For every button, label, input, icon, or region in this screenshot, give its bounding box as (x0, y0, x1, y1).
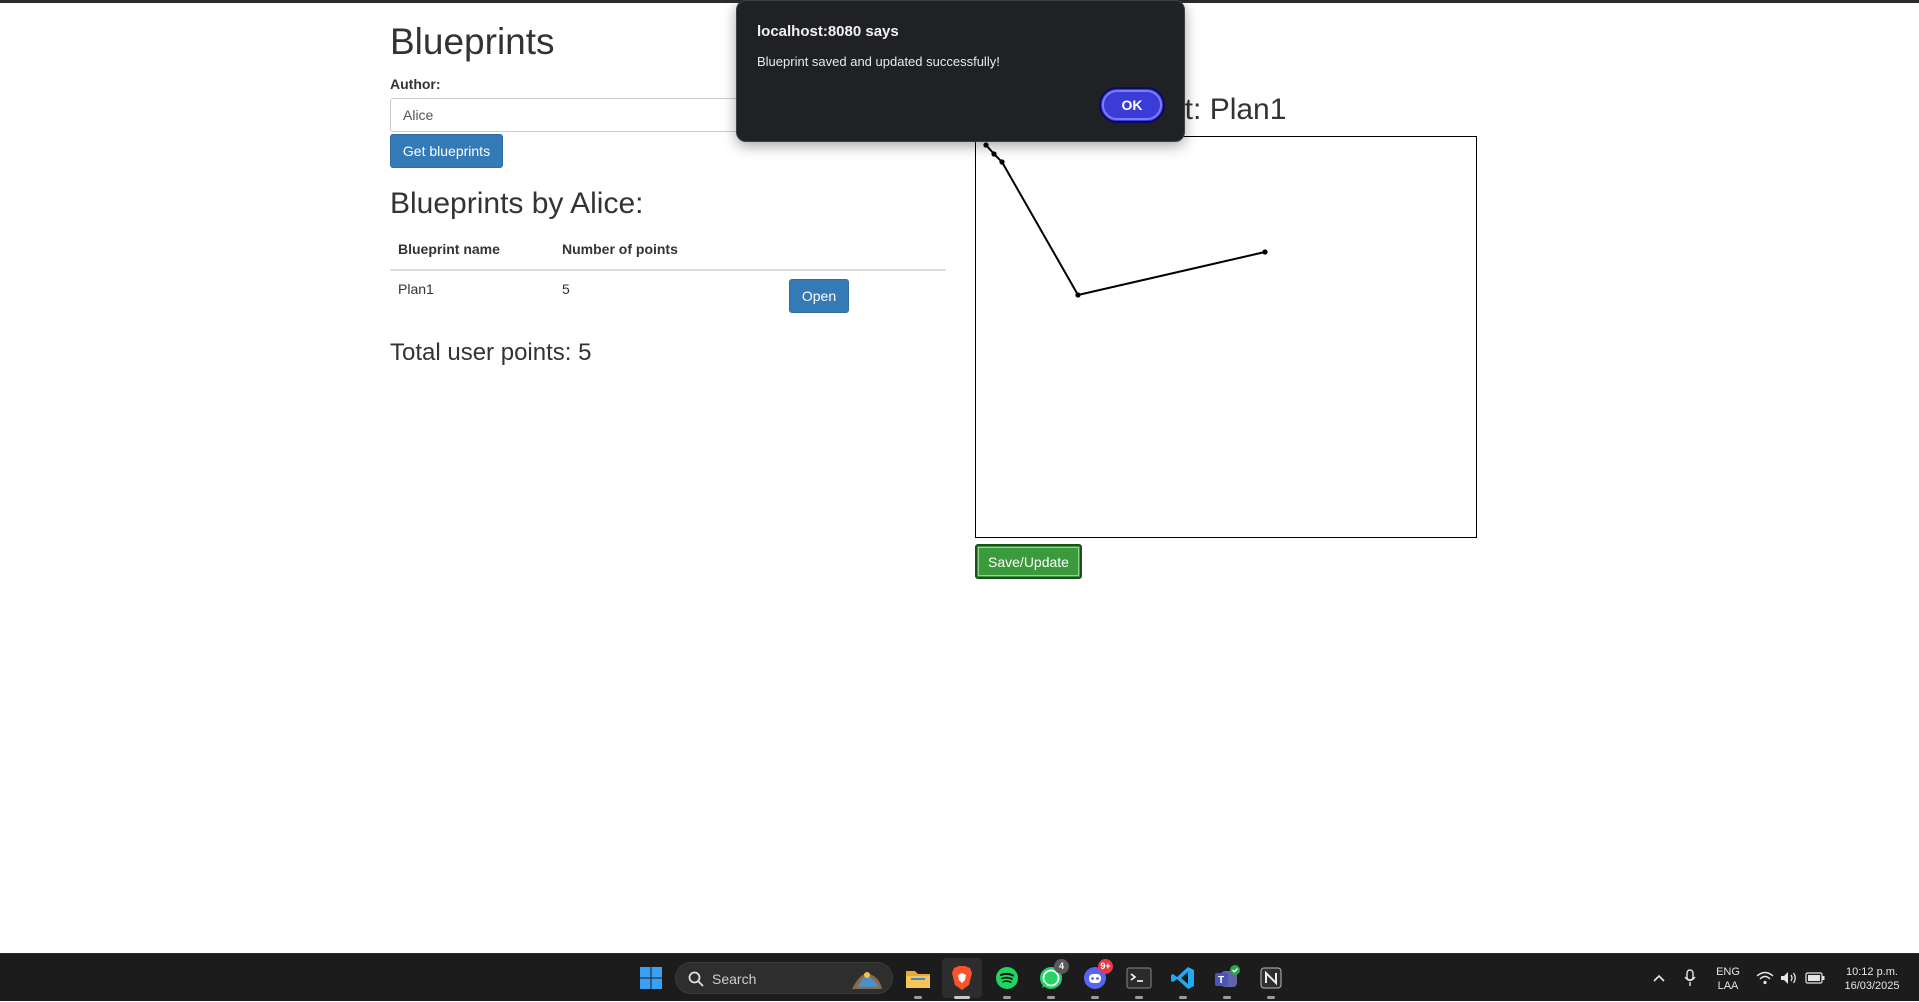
taskbar-app-spotify[interactable] (987, 954, 1027, 1002)
blueprint-action-cell: Open (781, 270, 946, 323)
taskbar-app-discord[interactable]: 9+ (1075, 954, 1115, 1002)
blueprint-canvas[interactable] (975, 136, 1477, 538)
column-header-points: Number of points (554, 231, 781, 271)
taskbar-app-file-explorer[interactable] (898, 954, 938, 1002)
teams-icon: T (1215, 965, 1240, 987)
start-button[interactable] (631, 954, 671, 1002)
save-update-button[interactable]: Save/Update (975, 544, 1082, 579)
open-blueprint-button[interactable]: Open (789, 279, 849, 313)
search-highlight-icon (852, 972, 882, 989)
spotify-icon (996, 967, 1018, 989)
table-row: Plan1 5 Open (390, 270, 946, 323)
notification-badge: 9+ (1098, 959, 1113, 974)
taskbar-app-vscode[interactable] (1163, 954, 1203, 1002)
blueprint-drawing (983, 142, 1268, 298)
running-indicator (1003, 996, 1011, 999)
blueprint-point (983, 142, 989, 148)
taskbar: Search 4 9+ T ENG LAA 10:12 p.m. 16/03/2… (0, 953, 1919, 1001)
battery-icon[interactable] (1805, 972, 1825, 984)
clock-date: 16/03/2025 (1844, 980, 1900, 992)
taskbar-search[interactable]: Search (675, 962, 893, 994)
search-placeholder: Search (712, 971, 757, 987)
blueprint-point (1262, 249, 1268, 255)
clock[interactable]: 10:12 p.m. 16/03/2025 (1832, 965, 1912, 993)
blueprint-points-cell: 5 (562, 281, 570, 297)
blueprints-table: Blueprint name Number of points Plan1 5 … (390, 231, 946, 323)
alert-title: localhost:8080 says (757, 23, 899, 40)
running-indicator (1047, 996, 1055, 999)
page-title: Blueprints (390, 21, 555, 62)
total-user-points: Total user points: 5 (390, 339, 592, 366)
running-indicator (914, 996, 922, 999)
alert-dialog: localhost:8080 says Blueprint saved and … (736, 0, 1185, 142)
keyboard-layout: LAA (1717, 980, 1739, 992)
taskbar-app-notion[interactable] (1251, 954, 1291, 1002)
taskbar-app-terminal[interactable] (1119, 954, 1159, 1002)
page-content: Blueprints Author: Get blueprints Bluepr… (0, 3, 1919, 953)
vscode-icon (1171, 967, 1194, 989)
svg-text:T: T (1218, 975, 1224, 986)
blueprint-point (999, 159, 1005, 165)
blueprint-point (991, 151, 997, 157)
wifi-icon[interactable] (1756, 971, 1774, 985)
microphone-icon[interactable] (1683, 969, 1697, 987)
author-label: Author: (390, 76, 441, 92)
clock-time: 10:12 p.m. (1846, 966, 1898, 978)
column-header-action (781, 231, 946, 271)
running-indicator (1091, 996, 1099, 999)
running-indicator (1179, 996, 1187, 999)
notion-icon (1260, 967, 1282, 989)
active-indicator (954, 996, 970, 999)
alert-message: Blueprint saved and updated successfully… (757, 54, 1000, 69)
notification-badge: 4 (1054, 959, 1069, 974)
language-indicator[interactable]: ENG LAA (1714, 965, 1742, 993)
volume-icon[interactable] (1780, 971, 1798, 985)
blueprint-point (1075, 292, 1081, 298)
table-header-row: Blueprint name Number of points (390, 231, 946, 271)
current-blueprint-title: nt: Plan1 (1168, 93, 1287, 126)
blueprint-name-cell: Plan1 (398, 281, 434, 297)
chevron-up-icon[interactable] (1652, 973, 1666, 983)
taskbar-app-whatsapp[interactable]: 4 (1031, 954, 1071, 1002)
blueprint-path (985, 144, 1266, 297)
start-icon (640, 967, 662, 989)
alert-ok-button[interactable]: OK (1099, 87, 1165, 123)
running-indicator (1135, 996, 1143, 999)
search-icon (688, 971, 704, 987)
running-indicator (1223, 996, 1231, 999)
column-header-name: Blueprint name (390, 231, 554, 271)
get-blueprints-button[interactable]: Get blueprints (390, 134, 503, 168)
file-explorer-icon (906, 971, 930, 988)
brave-browser-icon (952, 966, 972, 990)
blueprints-list-heading: Blueprints by Alice: (390, 187, 644, 220)
taskbar-app-teams[interactable]: T (1207, 954, 1247, 1002)
terminal-icon (1126, 967, 1152, 989)
taskbar-app-brave[interactable] (942, 958, 982, 999)
language-code: ENG (1716, 966, 1740, 978)
running-indicator (1267, 996, 1275, 999)
